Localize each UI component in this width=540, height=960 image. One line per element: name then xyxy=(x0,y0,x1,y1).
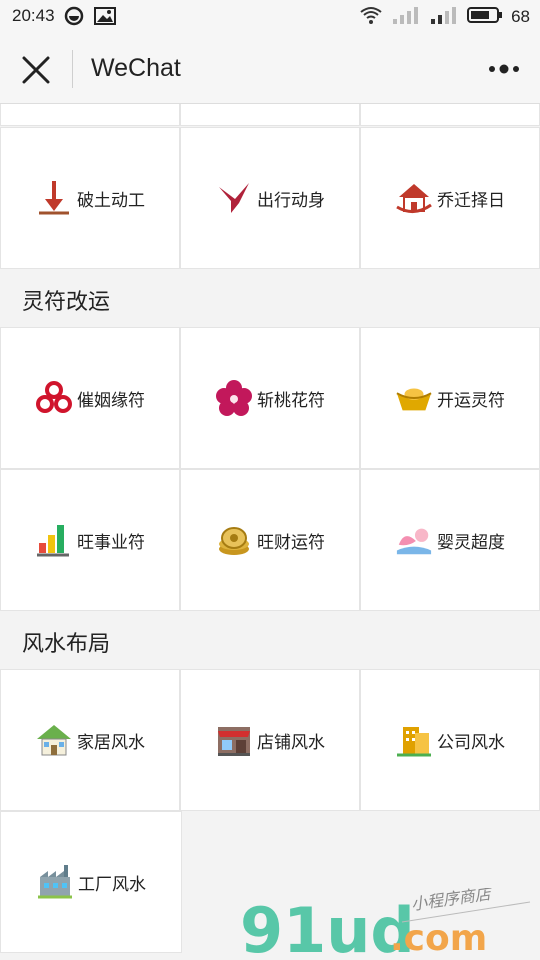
grid-item-label: 斩桃花符 xyxy=(257,390,325,411)
grid-item-infant-spirit[interactable]: 婴灵超度 xyxy=(360,469,540,611)
grid-item-peach-blossom-charm[interactable]: 斩桃花符 xyxy=(180,327,360,469)
image-icon xyxy=(94,6,116,30)
grid-item-label: 婴灵超度 xyxy=(437,532,505,553)
grid-row: 旺事业符 旺财运符 婴灵超度 xyxy=(0,469,540,611)
grid-row: 催姻缘符 斩桃花符 开运灵符 xyxy=(0,327,540,469)
grid-item-label: 工厂风水 xyxy=(78,874,146,895)
grid-item-label: 家居风水 xyxy=(77,732,145,753)
more-button[interactable] xyxy=(486,58,522,80)
swallow-icon xyxy=(215,179,253,217)
home-icon xyxy=(35,721,73,759)
section-title: 灵符改运 xyxy=(22,290,111,315)
section-title: 风水布局 xyxy=(22,632,111,657)
grid-item-groundbreaking[interactable]: 破土动工 xyxy=(0,127,180,269)
nav-divider xyxy=(72,50,73,88)
grid-row: 破土动工 出行动身 乔迁择日 xyxy=(0,127,540,269)
grid-item-moving[interactable]: 乔迁择日 xyxy=(360,127,540,269)
grid-cell[interactable] xyxy=(360,104,540,126)
status-time: 20:43 xyxy=(12,6,55,25)
grid-item-career-charm[interactable]: 旺事业符 xyxy=(0,469,180,611)
storefront-icon xyxy=(215,721,253,759)
grid-item-shop-fengshui[interactable]: 店铺风水 xyxy=(180,669,360,811)
flower-icon xyxy=(215,379,253,417)
grid-item-factory-fengshui[interactable]: 工厂风水 xyxy=(0,811,182,953)
content-area[interactable]: 破土动工 出行动身 乔迁择日 灵符改运 催姻缘符 斩桃花符 开运灵符 旺事业符 … xyxy=(0,104,540,960)
grid-row-partial xyxy=(0,104,540,126)
grid-item-label: 店铺风水 xyxy=(257,732,325,753)
grid-item-label: 开运灵符 xyxy=(437,390,505,411)
close-icon xyxy=(22,56,50,84)
grid-cell[interactable] xyxy=(0,104,180,126)
page-title: WeChat xyxy=(91,54,181,82)
shovel-icon xyxy=(35,179,73,217)
knot-icon xyxy=(35,379,73,417)
wifi-icon xyxy=(359,5,383,29)
coins-icon xyxy=(215,521,253,559)
grid-row: 家居风水 店铺风水 公司风水 xyxy=(0,669,540,811)
close-button[interactable] xyxy=(18,52,54,88)
grid-item-luck-charm[interactable]: 开运灵符 xyxy=(360,327,540,469)
angel-icon xyxy=(395,521,433,559)
grid-item-label: 破土动工 xyxy=(77,190,145,211)
sync-icon xyxy=(64,6,84,30)
grid-item-label: 公司风水 xyxy=(437,732,505,753)
battery-level: 68 xyxy=(511,7,530,26)
grid-item-wealth-charm[interactable]: 旺财运符 xyxy=(180,469,360,611)
signal-4g-icon xyxy=(429,5,459,29)
grid-item-label: 催姻缘符 xyxy=(77,390,145,411)
office-building-icon xyxy=(395,721,433,759)
nav-bar: WeChat xyxy=(0,34,540,104)
grid-item-label: 旺事业符 xyxy=(77,532,145,553)
grid-item-label: 乔迁择日 xyxy=(437,190,505,211)
grid-item-home-fengshui[interactable]: 家居风水 xyxy=(0,669,180,811)
grid-item-label: 出行动身 xyxy=(257,190,325,211)
more-dots-icon xyxy=(489,64,519,74)
battery-icon xyxy=(467,5,503,29)
grid-item-company-fengshui[interactable]: 公司风水 xyxy=(360,669,540,811)
gold-ingot-icon xyxy=(395,379,433,417)
grid-item-label: 旺财运符 xyxy=(257,532,325,553)
status-bar: 20:43 68 xyxy=(0,0,540,34)
grid-row: 工厂风水 xyxy=(0,811,540,953)
grid-cell[interactable] xyxy=(180,104,360,126)
grid-item-travel[interactable]: 出行动身 xyxy=(180,127,360,269)
grid-item-marriage-charm[interactable]: 催姻缘符 xyxy=(0,327,180,469)
signal-icon xyxy=(391,5,421,29)
bar-chart-icon xyxy=(35,521,73,559)
house-icon xyxy=(395,179,433,217)
factory-icon xyxy=(36,863,74,901)
